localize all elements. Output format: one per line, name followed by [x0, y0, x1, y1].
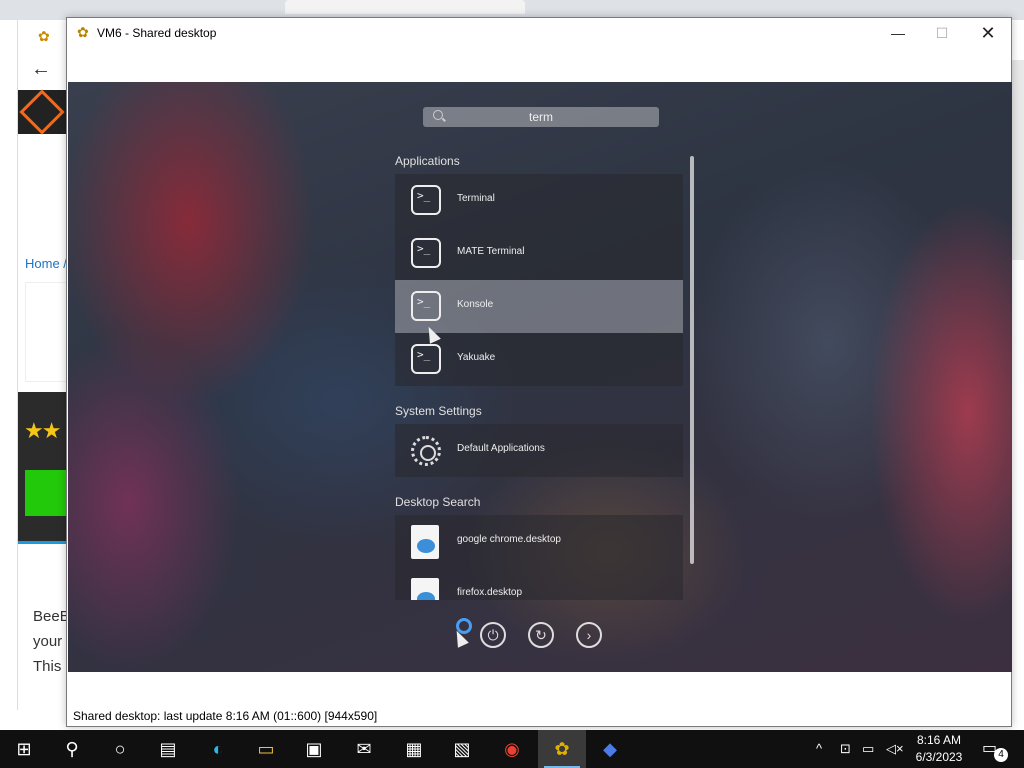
- bee-app-taskbar-icon[interactable]: ✿: [538, 730, 586, 768]
- body-line: BeeB: [33, 608, 70, 625]
- terminal-icon: >_: [411, 291, 441, 321]
- section-title-desktop-search: Desktop Search: [395, 495, 481, 509]
- result-item-konsole[interactable]: >_ Konsole: [395, 280, 683, 333]
- body-line: This: [33, 658, 62, 675]
- cortana-circle-icon[interactable]: ○: [96, 730, 144, 768]
- browser-scrollbar[interactable]: [1012, 60, 1024, 260]
- result-label: Default Applications: [457, 443, 545, 454]
- download-button[interactable]: [25, 470, 67, 516]
- bee-favicon-icon: ✿: [38, 28, 50, 44]
- rating-panel: [18, 392, 68, 542]
- back-arrow-icon[interactable]: ←: [31, 58, 51, 81]
- store-icon[interactable]: ▣: [290, 730, 338, 768]
- gear-icon: [411, 436, 441, 466]
- chrome-icon[interactable]: ◉: [488, 730, 536, 768]
- window-toolbar: [67, 48, 1011, 82]
- result-label: firefox.desktop: [457, 587, 523, 598]
- close-button[interactable]: ✕: [965, 18, 1011, 48]
- search-icon[interactable]: ⚲: [48, 730, 96, 768]
- clock-time: 8:16 AM: [916, 733, 962, 747]
- restart-icon[interactable]: ↻: [528, 622, 554, 648]
- volume-muted-icon[interactable]: ◁×: [886, 730, 904, 768]
- result-item-yakuake[interactable]: >_ Yakuake: [395, 333, 683, 386]
- start-windows-icon[interactable]: ⊞: [0, 730, 48, 768]
- network-app-icon[interactable]: ▧: [438, 730, 486, 768]
- clock-date: 6/3/2023: [915, 750, 963, 764]
- next-icon[interactable]: ›: [576, 622, 602, 648]
- network-icon[interactable]: ▭: [862, 730, 874, 768]
- section-title-applications: Applications: [395, 154, 460, 168]
- results-scrollbar[interactable]: [690, 156, 694, 564]
- file-explorer-icon[interactable]: ▭: [242, 730, 290, 768]
- maximize-button[interactable]: ☐: [919, 18, 965, 48]
- search-results-list: Applications >_ Terminal >_ MATE Termina…: [395, 152, 683, 600]
- product-image: [25, 282, 67, 382]
- mail-icon[interactable]: ✉: [340, 730, 388, 768]
- result-item-mate-terminal[interactable]: >_ MATE Terminal: [395, 227, 683, 280]
- session-controls: ⏻ ↻ ›: [456, 618, 616, 652]
- tab-underline: [18, 541, 68, 544]
- page-body-text: BeeB your This: [33, 604, 70, 679]
- terminal-icon: >_: [411, 344, 441, 374]
- search-input[interactable]: term: [423, 107, 659, 127]
- minimize-button[interactable]: —: [875, 18, 921, 48]
- bee-app-icon: ✿: [77, 24, 89, 40]
- terminal-icon: >_: [411, 185, 441, 215]
- result-label: Konsole: [457, 299, 494, 310]
- result-label: MATE Terminal: [457, 246, 525, 257]
- remote-app-icon[interactable]: ▦: [390, 730, 438, 768]
- edge-browser-icon[interactable]: ◐: [194, 730, 242, 768]
- vm-shared-desktop-window: ✿ VM6 - Shared desktop — ☐ ✕ term Applic…: [66, 17, 1012, 727]
- result-label: Terminal: [457, 193, 495, 204]
- result-label: google chrome.desktop: [457, 534, 561, 545]
- terminal-icon: >_: [411, 238, 441, 268]
- site-logo: [18, 89, 68, 135]
- window-titlebar[interactable]: ✿ VM6 - Shared desktop — ☐ ✕: [67, 18, 1011, 48]
- desktop-file-icon: [411, 525, 439, 559]
- notification-badge: 4: [994, 748, 1008, 762]
- desktop-file-icon: [411, 578, 439, 600]
- blue-app-icon[interactable]: ◆: [586, 730, 634, 768]
- section-title-system-settings: System Settings: [395, 404, 482, 418]
- system-clock[interactable]: 8:16 AM 6/3/2023: [908, 732, 970, 766]
- chevron-up-icon[interactable]: ^: [816, 730, 822, 768]
- remote-desktop-view[interactable]: term Applications >_ Terminal >_ MATE Te…: [68, 82, 1012, 672]
- power-icon[interactable]: ⏻: [480, 622, 506, 648]
- tray-app-icon[interactable]: ⊡: [840, 730, 851, 768]
- task-view-icon[interactable]: ▤: [144, 730, 192, 768]
- window-title: VM6 - Shared desktop: [97, 26, 217, 40]
- star-rating-icon: ★★: [24, 418, 61, 443]
- result-item-default-applications[interactable]: Default Applications: [395, 424, 683, 477]
- windows-taskbar: ⊞ ⚲ ○ ▤ ◐ ▭ ▣ ✉ ▦ ▧ ◉ ✿ ◆ ^ ⊡ ▭ ◁× 8:16 …: [0, 730, 1024, 768]
- result-item-firefox-desktop[interactable]: firefox.desktop: [395, 568, 683, 600]
- result-item-terminal[interactable]: >_ Terminal: [395, 174, 683, 227]
- breadcrumb[interactable]: Home /: [25, 256, 67, 271]
- search-value: term: [529, 110, 553, 124]
- browser-tab[interactable]: [285, 0, 525, 14]
- body-line: your: [33, 633, 63, 650]
- result-item-google-chrome-desktop[interactable]: google chrome.desktop: [395, 515, 683, 568]
- result-label: Yakuake: [457, 352, 496, 363]
- status-bar-text: Shared desktop: last update 8:16 AM (01:…: [73, 709, 378, 723]
